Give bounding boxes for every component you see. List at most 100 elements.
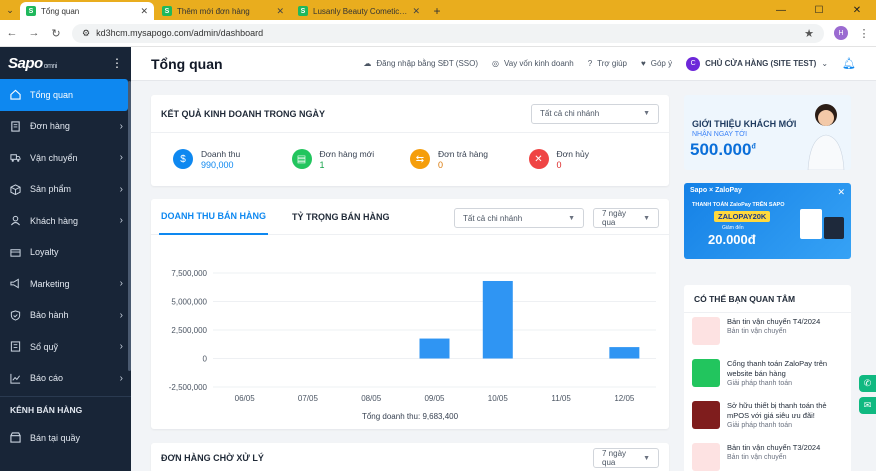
chevron-right-icon: › bbox=[119, 372, 123, 384]
news-thumbnail-image bbox=[692, 359, 720, 387]
phone-float-icon[interactable]: ✆ bbox=[859, 375, 876, 392]
chat-float-icon[interactable]: ✉ bbox=[859, 397, 876, 414]
tab-search-icon[interactable]: ⌄ bbox=[0, 0, 20, 20]
account-menu[interactable]: C CHỦ CỬA HÀNG (SITE TEST) ⌄ bbox=[686, 56, 828, 71]
browser-tab-new-order[interactable]: S Thêm mới đơn hàng ✕ bbox=[156, 2, 290, 20]
close-tab-icon[interactable]: ✕ bbox=[412, 6, 420, 17]
order-icon bbox=[11, 121, 20, 132]
sidebar-item-label: Báo cáo bbox=[30, 373, 64, 384]
forward-icon[interactable]: → bbox=[28, 27, 40, 39]
sidebar-item-shield[interactable]: Bảo hành › bbox=[0, 300, 131, 332]
bookmark-star-icon[interactable]: ★ bbox=[804, 27, 814, 40]
kpi-revenue[interactable]: $ Doanh thu 990,000 bbox=[173, 149, 292, 170]
pos-device-image bbox=[824, 217, 844, 239]
url-field[interactable]: ⚙ kd3hcm.mysapogo.com/admin/dashboard ★ bbox=[72, 23, 824, 43]
kpi-returns-icon: ⇆ bbox=[410, 149, 430, 169]
news-item-category: Giải pháp thanh toán bbox=[727, 421, 792, 429]
back-icon[interactable]: ← bbox=[6, 27, 18, 39]
reload-icon[interactable]: ↻ bbox=[50, 27, 62, 40]
chart-bar bbox=[419, 338, 450, 359]
sidebar-item-user[interactable]: Khách hàng › bbox=[0, 205, 131, 237]
box-icon bbox=[10, 184, 21, 195]
profile-avatar[interactable]: H bbox=[834, 26, 848, 40]
new-tab-button[interactable]: + bbox=[428, 2, 446, 20]
sapo-favicon-icon: S bbox=[298, 6, 308, 16]
shield-icon bbox=[10, 310, 21, 321]
browser-tab-dashboard[interactable]: S Tổng quan ✕ bbox=[20, 2, 154, 20]
select-value: Tất cả chi nhánh bbox=[540, 109, 600, 118]
news-item[interactable]: Bản tin vận chuyển T4/2024 Bản tin vận ch… bbox=[684, 313, 851, 355]
browser-menu-icon[interactable]: ⋮ bbox=[858, 27, 870, 40]
y-tick-label: -2,500,000 bbox=[169, 383, 208, 392]
select-value: 7 ngày qua bbox=[602, 209, 627, 227]
kpi-new-orders[interactable]: ▤ Đơn hàng mới 1 bbox=[291, 149, 411, 170]
chart-bar bbox=[482, 280, 513, 359]
sidebar-item-cashbook[interactable]: Sổ quỹ › bbox=[0, 331, 131, 363]
sidebar-scrollbar[interactable] bbox=[128, 81, 131, 371]
kpi-returns[interactable]: ⇆ Đơn trả hàng 0 bbox=[410, 149, 529, 170]
sidebar-nav: Tổng quan Đơn hàng › Vận chuyển › Sản phẩm › Kh… bbox=[0, 79, 131, 394]
site-info-icon[interactable]: ⚙ bbox=[82, 28, 90, 39]
close-window-icon[interactable]: ✕ bbox=[838, 0, 876, 20]
zalopay-banner[interactable]: Sapo × ZaloPay ✕ THANH TOÁN ZaloPay TRÊN… bbox=[684, 183, 851, 259]
sidebar-section-sales-channel: KÊNH BÁN HÀNG bbox=[0, 396, 131, 422]
sso-login-link[interactable]: ☁ Đăng nhập bằng SĐT (SSO) bbox=[363, 59, 478, 68]
total-revenue-label: Tổng doanh thu: 9,683,400 bbox=[362, 412, 459, 421]
help-icon: ? bbox=[587, 59, 593, 68]
kpi-value: 0 bbox=[438, 159, 444, 170]
minimize-icon[interactable]: — bbox=[762, 0, 800, 20]
kpi-cancelled[interactable]: ✕ Đơn hủy 0 bbox=[528, 149, 648, 170]
help-link[interactable]: ? Trợ giúp bbox=[588, 59, 627, 68]
referral-banner[interactable]: GIỚI THIỆU KHÁCH MỚI NHẬN NGAY TỚI 500.0… bbox=[684, 95, 851, 170]
news-thumbnail-image bbox=[692, 443, 720, 471]
sidebar-item-order[interactable]: Đơn hàng › bbox=[0, 111, 131, 143]
sidebar-item-chart[interactable]: Báo cáo › bbox=[0, 363, 131, 395]
store-icon bbox=[10, 432, 21, 443]
news-item[interactable]: Bản tin vận chuyển T3/2024 Bản tin vận ch… bbox=[684, 439, 851, 471]
branch-select[interactable]: Tất cả chi nhánh ▼ bbox=[531, 103, 659, 124]
close-banner-icon[interactable]: ✕ bbox=[837, 187, 845, 198]
news-text: Cổng thanh toán ZaloPay trên website bán… bbox=[727, 359, 843, 393]
sidebar-item-truck[interactable]: Vận chuyển › bbox=[0, 142, 131, 174]
amount-value: 500.000 bbox=[690, 140, 752, 159]
sidebar-item-box[interactable]: Sản phẩm › bbox=[0, 174, 131, 206]
pending-orders-card: ĐƠN HÀNG CHỜ XỬ LÝ 7 ngày qua ▼ bbox=[151, 443, 669, 471]
maximize-icon[interactable]: ☐ bbox=[800, 0, 838, 20]
card-title: ĐƠN HÀNG CHỜ XỬ LÝ bbox=[161, 453, 264, 463]
sidebar-item-pos[interactable]: Bán tại quầy bbox=[0, 422, 131, 454]
period-select[interactable]: 7 ngày qua ▼ bbox=[593, 208, 659, 228]
news-thumbnail-image bbox=[692, 401, 720, 429]
sidebar-item-label: Khách hàng bbox=[30, 215, 79, 226]
y-tick-label: 2,500,000 bbox=[171, 326, 207, 335]
sidebar-item-marketing[interactable]: Marketing › bbox=[0, 268, 131, 300]
sidebar-logo[interactable]: Sapoomni ⋮ bbox=[0, 47, 131, 79]
chart-icon bbox=[10, 373, 21, 384]
banner-line: Giảm đến bbox=[722, 225, 744, 231]
news-thumbnail-image bbox=[692, 317, 720, 345]
sidebar-menu-icon[interactable]: ⋮ bbox=[111, 56, 123, 70]
y-tick-label: 5,000,000 bbox=[171, 298, 207, 307]
url-text: kd3hcm.mysapogo.com/admin/dashboard bbox=[96, 28, 264, 38]
chevron-right-icon: › bbox=[119, 215, 123, 227]
news-text: Sở hữu thiết bị thanh toán thẻ mPOS với … bbox=[727, 401, 843, 435]
tab-sales-revenue[interactable]: DOANH THU BÁN HÀNG bbox=[159, 199, 268, 235]
news-item[interactable]: Cổng thanh toán ZaloPay trên website bán… bbox=[684, 355, 851, 397]
feedback-link[interactable]: ♥ Góp ý bbox=[641, 59, 672, 68]
news-item[interactable]: Sở hữu thiết bị thanh toán thẻ mPOS với … bbox=[684, 397, 851, 439]
sidebar-item-home[interactable]: Tổng quan bbox=[0, 79, 128, 111]
x-tick-label: 09/05 bbox=[424, 394, 445, 403]
sidebar-item-loyalty[interactable]: Loyalty bbox=[0, 237, 131, 269]
browser-tab-store[interactable]: S Lusanly Beauty Cometics - Tran ✕ bbox=[292, 2, 426, 20]
banner-line: THANH TOÁN ZaloPay TRÊN SAPO bbox=[692, 202, 785, 208]
period-select[interactable]: 7 ngày qua ▼ bbox=[593, 448, 659, 468]
kpi-text: Đơn hàng mới 1 bbox=[320, 149, 375, 170]
chevron-right-icon: › bbox=[119, 309, 123, 321]
caret-down-icon: ▼ bbox=[643, 214, 650, 222]
sidebar-item-label: Loyalty bbox=[30, 247, 59, 258]
close-tab-icon[interactable]: ✕ bbox=[140, 6, 148, 17]
business-loan-link[interactable]: ◎ Vay vốn kinh doanh bbox=[492, 59, 574, 68]
close-tab-icon[interactable]: ✕ bbox=[276, 6, 284, 17]
branch-select[interactable]: Tất cả chi nhánh ▼ bbox=[454, 208, 584, 228]
bell-icon[interactable]: 🔔︎ bbox=[842, 57, 856, 70]
tab-sales-share[interactable]: TỶ TRỌNG BÁN HÀNG bbox=[290, 199, 392, 235]
